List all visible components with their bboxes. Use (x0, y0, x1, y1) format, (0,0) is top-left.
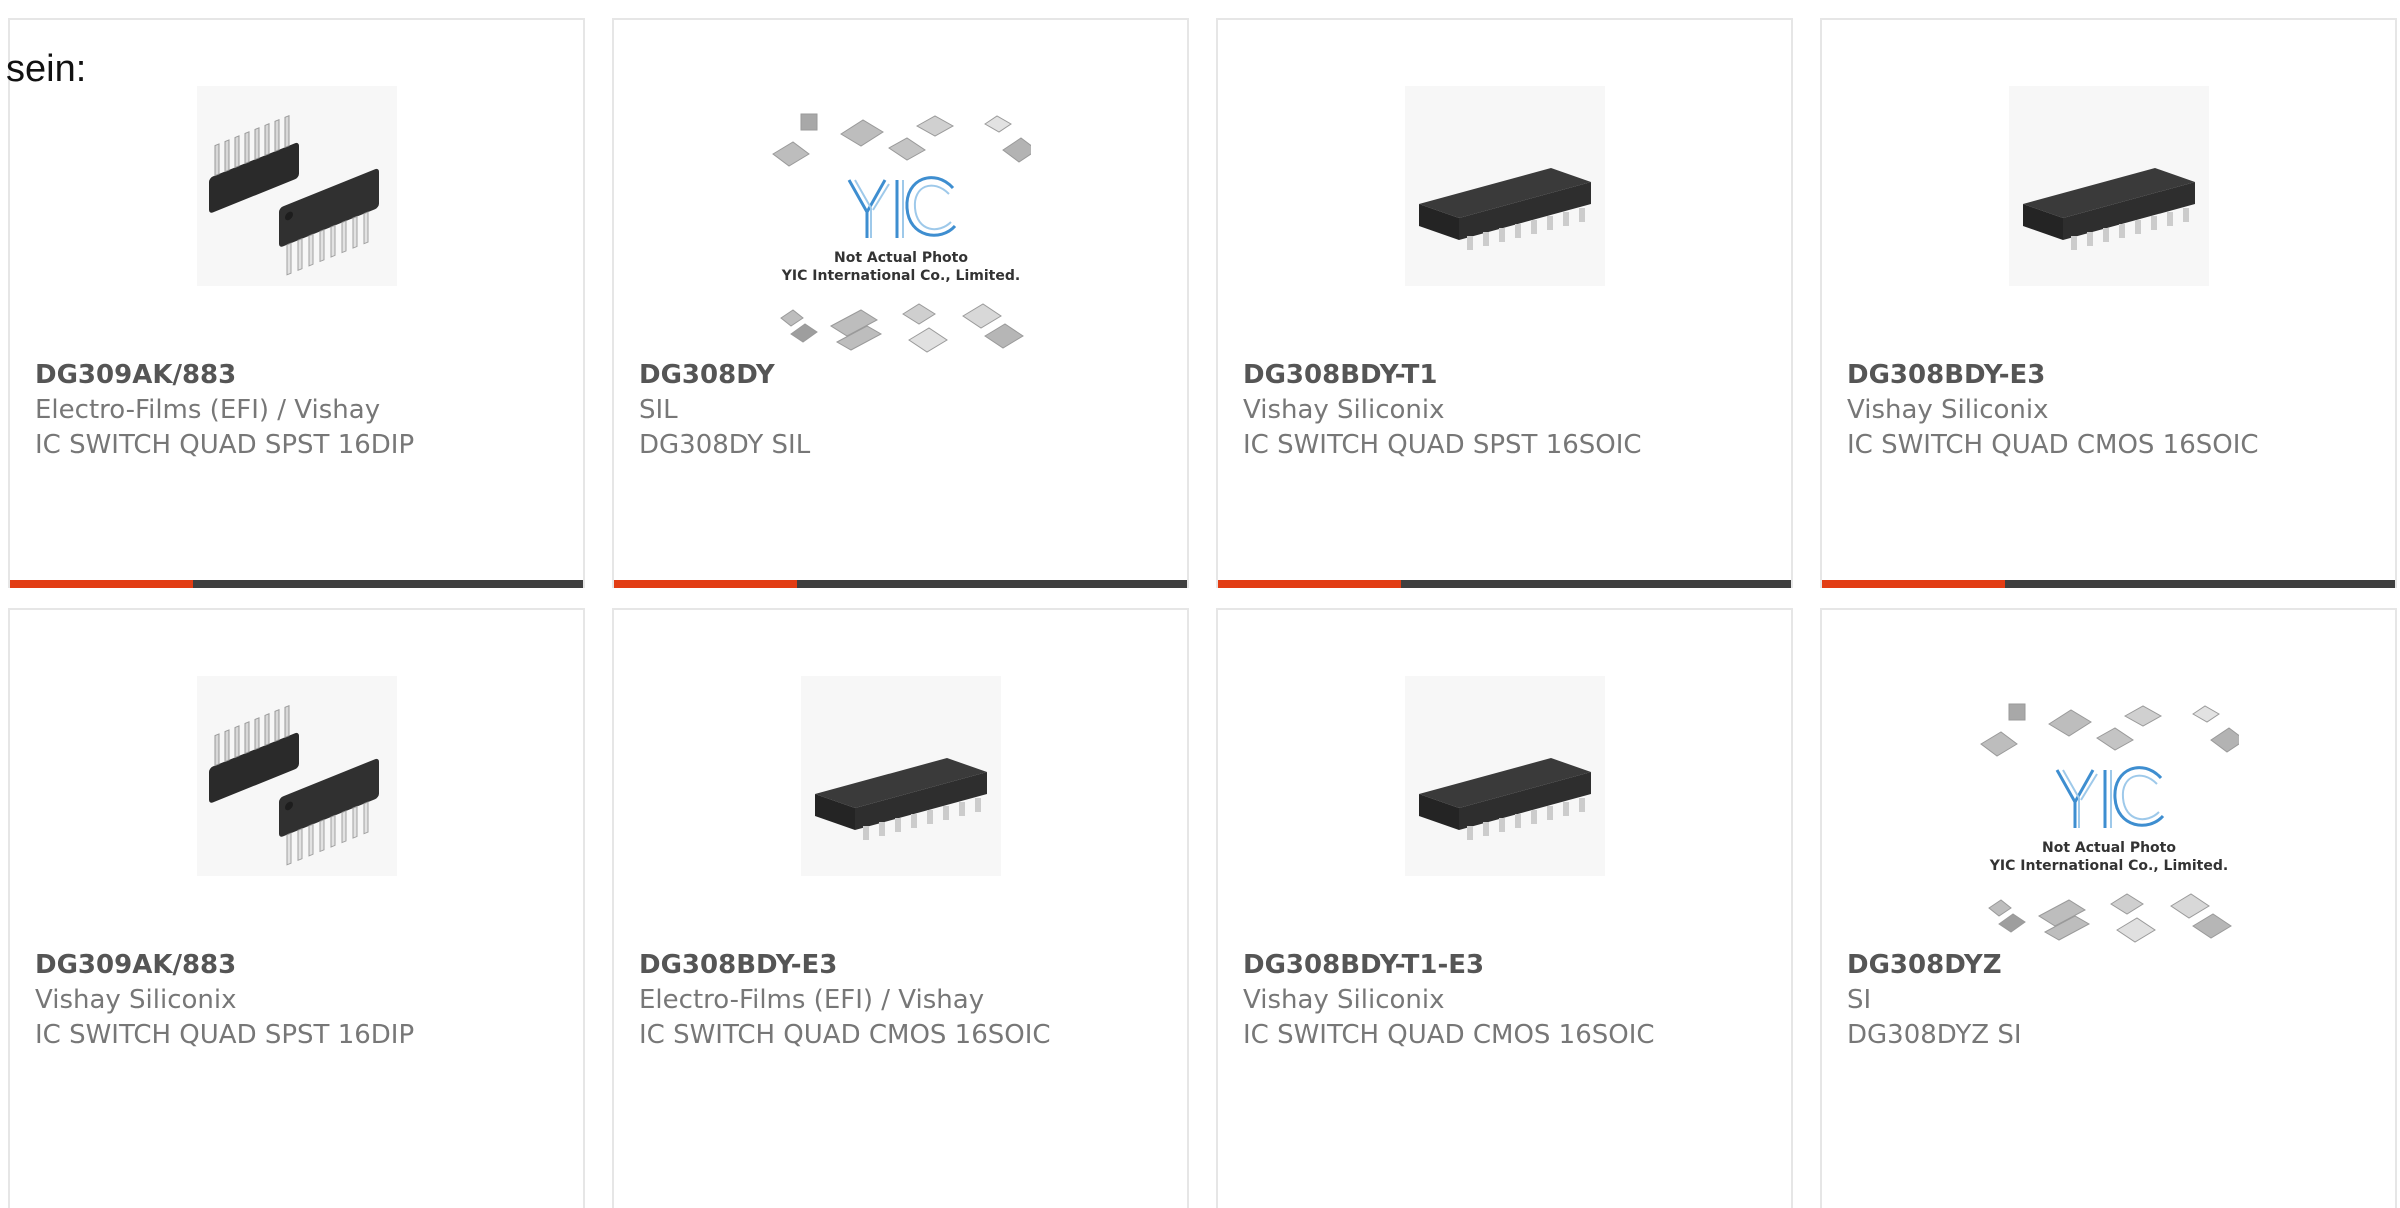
part-number-link[interactable]: DG308BDY-T1-E3 (1243, 948, 1655, 983)
description: IC SWITCH QUAD CMOS 16SOIC (639, 1020, 1051, 1050)
yic-logo-icon: Not Actual Photo YIC International Co., … (771, 113, 1038, 353)
part-number-link[interactable]: DG309AK/883 (35, 948, 414, 983)
product-card[interactable]: DG309AK/883 Vishay Siliconix IC SWITCH Q… (8, 608, 585, 1208)
product-card[interactable]: DG308BDY-T1-E3 Vishay Siliconix IC SWITC… (1216, 608, 1793, 1208)
product-info: DG308BDY-T1 Vishay Siliconix IC SWITCH Q… (1243, 358, 1642, 463)
description: IC SWITCH QUAD CMOS 16SOIC (1847, 430, 2259, 460)
product-card[interactable]: DG308BDY-E3 Vishay Siliconix IC SWITCH Q… (1820, 18, 2397, 588)
image-caption-line1: Not Actual Photo (2042, 840, 2176, 856)
manufacturer: Vishay Siliconix (1243, 985, 1445, 1015)
progress-bar (1822, 580, 2395, 588)
description: IC SWITCH QUAD CMOS 16SOIC (1243, 1020, 1655, 1050)
progress-fill (1822, 580, 2006, 588)
part-number-link[interactable]: DG309AK/883 (35, 358, 414, 393)
image-caption-line2: YIC International Co., Limited. (780, 268, 1019, 284)
dip16-chip-image[interactable] (196, 676, 397, 876)
product-card[interactable]: DG308BDY-T1 Vishay Siliconix IC SWITCH Q… (1216, 18, 1793, 588)
progress-bar (1218, 580, 1791, 588)
soic16-chip-icon (814, 758, 987, 840)
soic16-chip-icon (1418, 758, 1591, 840)
product-grid: DG309AK/883 Electro-Films (EFI) / Vishay… (8, 18, 2400, 1208)
image-caption-line2: YIC International Co., Limited. (1988, 858, 2227, 874)
product-info: DG308DYZ SI DG308DYZ SI (1847, 948, 2022, 1053)
dip16-chip-image[interactable] (196, 86, 397, 286)
manufacturer: Electro-Films (EFI) / Vishay (639, 985, 985, 1015)
progress-bar (10, 580, 583, 588)
dip16-chip-icon (208, 704, 379, 866)
soic16-chip-icon (2022, 168, 2195, 250)
product-card[interactable]: Not Actual Photo YIC International Co., … (612, 18, 1189, 588)
description: DG308DY SIL (639, 430, 811, 460)
progress-fill (614, 580, 798, 588)
part-number-link[interactable]: DG308BDY-T1 (1243, 358, 1642, 393)
description: IC SWITCH QUAD SPST 16SOIC (1243, 430, 1642, 460)
yic-placeholder-image[interactable]: Not Actual Photo YIC International Co., … (1979, 698, 2246, 958)
product-card[interactable]: DG309AK/883 Electro-Films (EFI) / Vishay… (8, 18, 585, 588)
product-info: DG308BDY-T1-E3 Vishay Siliconix IC SWITC… (1243, 948, 1655, 1053)
soic16-chip-image[interactable] (2008, 86, 2209, 286)
manufacturer: Vishay Siliconix (1243, 395, 1445, 425)
product-info: DG308BDY-E3 Electro-Films (EFI) / Vishay… (639, 948, 1051, 1053)
progress-fill (1218, 580, 1402, 588)
description: IC SWITCH QUAD SPST 16DIP (35, 430, 415, 460)
description: DG308DYZ SI (1847, 1020, 2022, 1050)
yic-placeholder-image[interactable]: Not Actual Photo YIC International Co., … (771, 108, 1038, 368)
yic-logo-icon: Not Actual Photo YIC International Co., … (1979, 703, 2246, 943)
product-info: DG308BDY-E3 Vishay Siliconix IC SWITCH Q… (1847, 358, 2259, 463)
manufacturer: SI (1847, 985, 1872, 1015)
product-card[interactable]: DG308BDY-E3 Electro-Films (EFI) / Vishay… (612, 608, 1189, 1208)
product-info: DG309AK/883 Vishay Siliconix IC SWITCH Q… (35, 948, 414, 1053)
soic16-chip-image[interactable] (1404, 86, 1605, 286)
dip16-chip-icon (208, 114, 379, 276)
soic16-chip-image[interactable] (1404, 676, 1605, 876)
part-number-link[interactable]: DG308BDY-E3 (639, 948, 1051, 983)
part-number-link[interactable]: DG308DY (639, 358, 810, 393)
progress-bar (614, 580, 1187, 588)
manufacturer: Vishay Siliconix (1847, 395, 2049, 425)
description: IC SWITCH QUAD SPST 16DIP (35, 1020, 415, 1050)
soic16-chip-icon (1418, 168, 1591, 250)
progress-fill (10, 580, 194, 588)
part-number-link[interactable]: DG308BDY-E3 (1847, 358, 2259, 393)
soic16-chip-image[interactable] (800, 676, 1001, 876)
product-card[interactable]: Not Actual Photo YIC International Co., … (1820, 608, 2397, 1208)
part-number-link[interactable]: DG308DYZ (1847, 948, 2022, 983)
product-info: DG308DY SIL DG308DY SIL (639, 358, 810, 463)
intro-text: sein: (6, 48, 87, 90)
manufacturer: Vishay Siliconix (35, 985, 237, 1015)
manufacturer: SIL (639, 395, 678, 425)
product-info: DG309AK/883 Electro-Films (EFI) / Vishay… (35, 358, 414, 463)
manufacturer: Electro-Films (EFI) / Vishay (35, 395, 381, 425)
image-caption-line1: Not Actual Photo (834, 250, 968, 266)
